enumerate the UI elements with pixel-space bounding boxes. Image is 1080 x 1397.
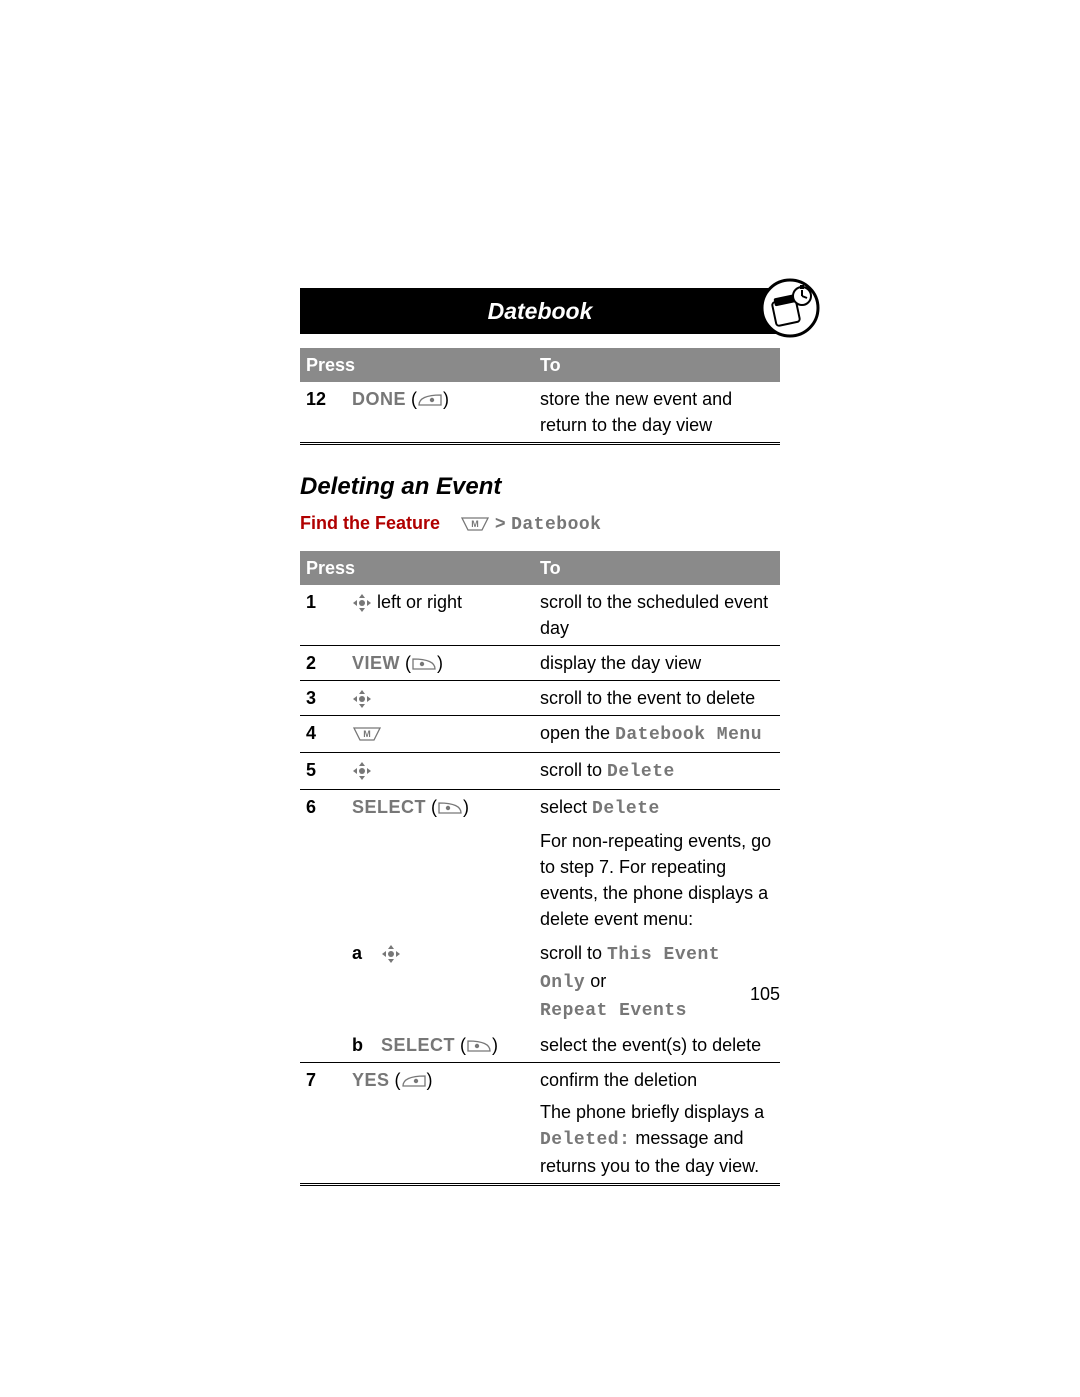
table-row: 3 scroll to the event to delete xyxy=(300,681,780,716)
nav-4way-icon xyxy=(352,689,372,709)
press-cell: VIEW () xyxy=(346,646,534,681)
to-cell: display the day view xyxy=(534,646,780,681)
to-paragraph: The phone briefly displays a Deleted: me… xyxy=(540,1099,774,1179)
table-row-sub: b SELECT () select the event(s) to delet… xyxy=(300,1028,780,1063)
to-line: confirm the deletion xyxy=(540,1067,774,1093)
menu-key-icon: M xyxy=(460,516,490,532)
to-cell: confirm the deletion The phone briefly d… xyxy=(534,1063,780,1185)
col-to: To xyxy=(534,551,780,585)
to-cell: select Delete For non-repeating events, … xyxy=(534,790,780,937)
manual-page: Datebook Press To 12 DONE () xyxy=(0,0,1080,1397)
substep-letter: b xyxy=(352,1032,376,1058)
step-number: 4 xyxy=(300,716,346,753)
table-row: 1 left or right scroll to the scheduled … xyxy=(300,585,780,646)
table-row: 6 SELECT () select Delete For non-repeat… xyxy=(300,790,780,937)
table-row: 2 VIEW () display the day view xyxy=(300,646,780,681)
section-header-bar: Datebook xyxy=(300,288,780,334)
left-softkey-icon: () xyxy=(395,1070,433,1090)
right-softkey-icon: () xyxy=(460,1035,498,1055)
to-cell: scroll to the event to delete xyxy=(534,681,780,716)
svg-text:M: M xyxy=(471,519,479,529)
to-cell: scroll to Delete xyxy=(534,753,780,790)
nav-4way-icon xyxy=(352,761,372,781)
menu-key-icon: M xyxy=(352,726,382,742)
press-cell: b SELECT () xyxy=(346,1028,534,1063)
find-label: Find the Feature xyxy=(300,513,440,535)
press-to-table-2: Press To 1 left or right scroll to the s… xyxy=(300,551,780,1186)
to-menutext: Delete xyxy=(607,762,675,782)
col-press: Press xyxy=(300,348,534,382)
step-number: 5 xyxy=(300,753,346,790)
step-number: 6 xyxy=(300,790,346,937)
table-row: 12 DONE () store the new event and retur… xyxy=(300,382,780,444)
nav-4way-icon xyxy=(381,944,401,964)
to-menutext: Deleted: xyxy=(540,1130,630,1150)
page-number: 105 xyxy=(750,984,780,1005)
table-row: 4 M open the Datebook Menu xyxy=(300,716,780,753)
softkey-label: SELECT xyxy=(381,1035,455,1055)
svg-text:M: M xyxy=(363,729,371,739)
softkey-label: DONE xyxy=(352,389,406,409)
table-row: 7 YES () confirm the deletion The phone … xyxy=(300,1063,780,1185)
nav-4way-icon xyxy=(352,593,372,613)
step-number: 2 xyxy=(300,646,346,681)
press-cell: a xyxy=(346,936,534,1028)
to-cell: store the new event and return to the da… xyxy=(534,382,780,444)
press-cell xyxy=(346,753,534,790)
to-paragraph: For non-repeating events, go to step 7. … xyxy=(540,828,774,932)
section-header-title: Datebook xyxy=(488,298,593,324)
content-column: Datebook Press To 12 DONE () xyxy=(300,288,780,1186)
press-to-table-1: Press To 12 DONE () store the new event … xyxy=(300,348,780,445)
step-number: 1 xyxy=(300,585,346,646)
to-cell: scroll to This Event Only or Repeat Even… xyxy=(534,936,780,1028)
to-text: open the xyxy=(540,723,615,743)
find-the-feature-row: Find the Feature M > Datebook xyxy=(300,513,780,535)
press-cell: YES () xyxy=(346,1063,534,1185)
press-cell: SELECT () xyxy=(346,790,534,937)
step-number: 12 xyxy=(300,382,346,444)
to-text: The phone briefly displays a xyxy=(540,1102,764,1122)
to-text: scroll to xyxy=(540,943,607,963)
to-menutext: Repeat Events xyxy=(540,1001,687,1021)
to-cell: scroll to the scheduled event day xyxy=(534,585,780,646)
press-cell: left or right xyxy=(346,585,534,646)
step-number: 3 xyxy=(300,681,346,716)
substep-letter: a xyxy=(352,940,376,966)
datebook-icon xyxy=(760,278,820,343)
right-softkey-icon: () xyxy=(405,653,443,673)
press-cell: DONE () xyxy=(346,382,534,444)
subsection-heading: Deleting an Event xyxy=(300,473,780,501)
press-suffix: left or right xyxy=(377,592,462,612)
to-menutext: Datebook Menu xyxy=(615,725,762,745)
softkey-label: YES xyxy=(352,1070,390,1090)
softkey-label: VIEW xyxy=(352,653,400,673)
press-cell xyxy=(346,681,534,716)
to-cell: select the event(s) to delete xyxy=(534,1028,780,1063)
find-target: Datebook xyxy=(511,515,601,535)
to-text: scroll to xyxy=(540,760,607,780)
find-path: M > Datebook xyxy=(460,513,601,535)
to-text: select xyxy=(540,797,592,817)
softkey-label: SELECT xyxy=(352,797,426,817)
find-arrow: > xyxy=(495,513,506,533)
to-cell: open the Datebook Menu xyxy=(534,716,780,753)
col-press: Press xyxy=(300,551,534,585)
table-row: 5 scroll to Delete xyxy=(300,753,780,790)
left-softkey-icon: () xyxy=(411,389,449,409)
step-number: 7 xyxy=(300,1063,346,1185)
to-menutext: Delete xyxy=(592,799,660,819)
col-to: To xyxy=(534,348,780,382)
to-text: or xyxy=(585,971,606,991)
press-cell: M xyxy=(346,716,534,753)
table-row-sub: a scroll to This Event Only or Repeat Ev… xyxy=(300,936,780,1028)
right-softkey-icon: () xyxy=(431,797,469,817)
